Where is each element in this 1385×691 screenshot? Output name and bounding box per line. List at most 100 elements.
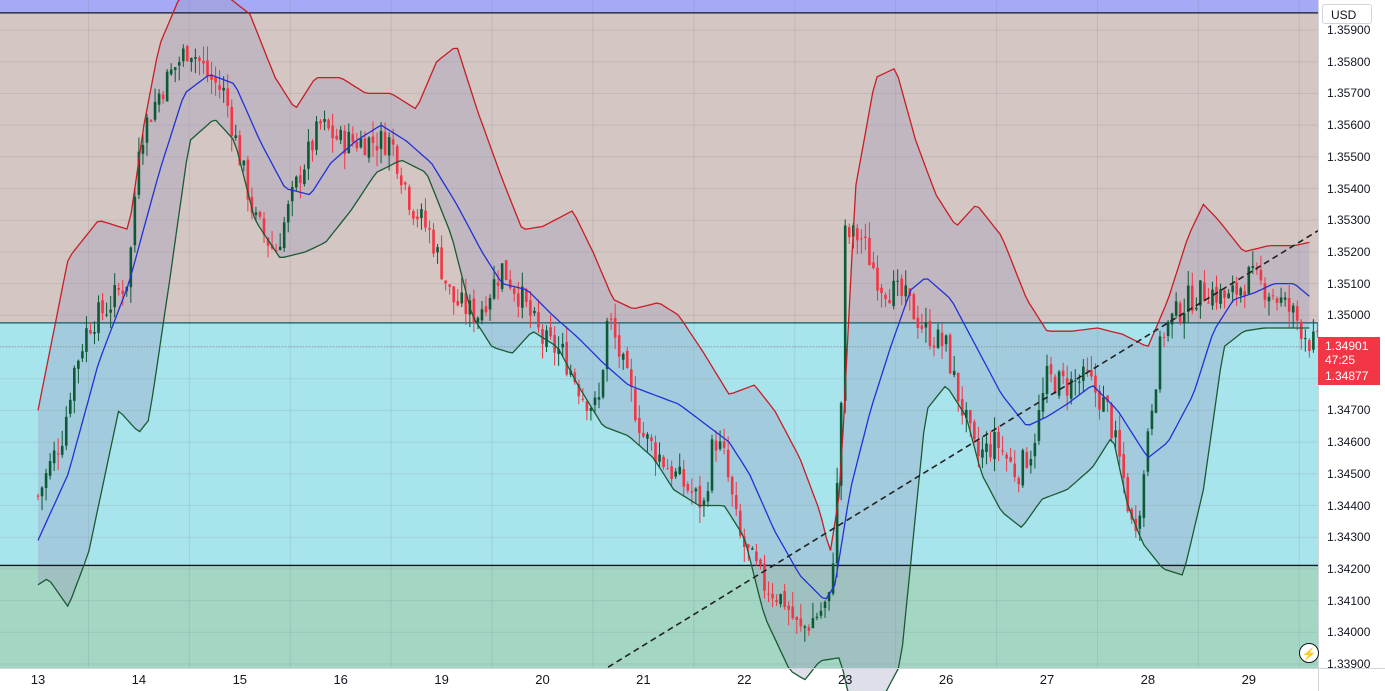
price-label: 1.35000 xyxy=(1327,308,1371,323)
candle-body-236 xyxy=(989,444,992,458)
candle-body-130 xyxy=(561,343,564,348)
candle-body-239 xyxy=(1001,450,1004,452)
candle-body-61 xyxy=(282,222,286,249)
candle-body-258 xyxy=(1077,381,1081,383)
candle-body-70 xyxy=(319,121,322,124)
candle-body-173 xyxy=(734,494,738,510)
candle-body-193 xyxy=(815,616,819,618)
currency-selector[interactable]: USD xyxy=(1322,4,1372,24)
candle-body-183 xyxy=(775,600,778,602)
candle-body-312 xyxy=(1295,306,1299,321)
candle-body-240 xyxy=(1005,454,1008,459)
candle-body-83 xyxy=(371,136,375,143)
candle-body-139 xyxy=(597,397,601,400)
candle-body-244 xyxy=(1021,450,1025,486)
candle-body-100 xyxy=(440,247,443,280)
price-label: 1.34500 xyxy=(1327,466,1371,481)
candle-body-251 xyxy=(1049,364,1053,375)
price-label: 1.34300 xyxy=(1327,530,1371,545)
candle-body-210 xyxy=(884,294,887,300)
candle-body-120 xyxy=(521,286,524,308)
candle-body-294 xyxy=(1223,290,1226,298)
candle-body-237 xyxy=(993,432,996,460)
candle-body-8 xyxy=(68,399,72,414)
candle-body-95 xyxy=(420,209,423,219)
candle-body-225 xyxy=(944,335,948,345)
candle-body-3 xyxy=(48,461,52,476)
candle-body-255 xyxy=(1065,378,1069,396)
candlestick-chart[interactable] xyxy=(0,0,1385,691)
price-label: 1.35600 xyxy=(1327,118,1371,133)
date-label: 13 xyxy=(30,672,46,687)
candle-body-111 xyxy=(484,306,488,313)
candle-body-167 xyxy=(710,439,714,491)
candle-body-316 xyxy=(1312,331,1315,350)
candle-body-92 xyxy=(408,186,411,210)
candle-body-246 xyxy=(1029,459,1033,466)
candle-body-28 xyxy=(149,120,153,122)
candle-body-253 xyxy=(1057,371,1061,396)
current-price-tag: 1.34901 47:25 xyxy=(1318,337,1380,368)
candle-body-39 xyxy=(194,57,197,59)
candle-body-182 xyxy=(771,593,774,599)
candle-body-229 xyxy=(960,399,964,416)
candle-body-217 xyxy=(912,294,916,320)
candle-body-287 xyxy=(1195,307,1198,310)
candle-body-260 xyxy=(1086,369,1089,371)
candle-body-207 xyxy=(872,262,875,269)
candle-body-40 xyxy=(198,57,201,61)
zone-3 xyxy=(0,565,1318,668)
candle-body-5 xyxy=(56,453,60,455)
candle-body-157 xyxy=(670,466,673,480)
candle-body-223 xyxy=(936,329,940,348)
candle-body-297 xyxy=(1235,282,1238,295)
candle-body-20 xyxy=(117,288,121,290)
candle-body-307 xyxy=(1275,298,1279,303)
candle-body-264 xyxy=(1102,397,1105,412)
candle-body-89 xyxy=(395,146,399,174)
candle-body-34 xyxy=(173,67,177,71)
candle-body-313 xyxy=(1299,321,1303,339)
candle-body-122 xyxy=(529,300,532,316)
candle-body-284 xyxy=(1182,313,1186,324)
candle-body-299 xyxy=(1243,291,1247,296)
chart-area[interactable] xyxy=(0,0,1385,691)
candle-body-178 xyxy=(755,551,758,562)
candle-body-151 xyxy=(646,434,649,439)
candle-body-30 xyxy=(157,93,161,105)
candle-body-154 xyxy=(658,454,661,462)
candle-body-97 xyxy=(428,227,431,230)
price-label: 1.34700 xyxy=(1327,403,1371,418)
candle-body-66 xyxy=(303,169,306,185)
candle-body-9 xyxy=(73,367,76,401)
candle-body-101 xyxy=(444,280,447,284)
candle-body-165 xyxy=(702,500,706,505)
candle-body-181 xyxy=(767,593,770,595)
candle-body-84 xyxy=(375,146,379,151)
candle-body-261 xyxy=(1090,370,1093,377)
candle-body-227 xyxy=(952,370,956,375)
price-label: 1.34400 xyxy=(1327,498,1371,513)
candle-body-38 xyxy=(190,57,193,63)
current-price: 1.34901 xyxy=(1325,339,1369,353)
candle-body-82 xyxy=(367,137,371,158)
candle-body-303 xyxy=(1259,269,1263,281)
candle-body-68 xyxy=(311,141,314,151)
candle-body-215 xyxy=(904,285,908,297)
candle-body-315 xyxy=(1308,340,1311,351)
date-label: 28 xyxy=(1140,672,1156,687)
candle-body-16 xyxy=(101,300,104,314)
candle-body-306 xyxy=(1271,295,1275,297)
price-label: 1.35200 xyxy=(1327,244,1371,259)
candle-body-184 xyxy=(779,594,782,605)
candle-body-314 xyxy=(1304,338,1307,340)
candle-body-117 xyxy=(508,279,512,289)
candle-body-309 xyxy=(1283,297,1287,300)
candle-body-226 xyxy=(948,334,952,374)
candle-body-232 xyxy=(973,421,976,440)
candle-body-296 xyxy=(1231,285,1234,293)
candle-body-112 xyxy=(488,297,492,310)
candle-body-126 xyxy=(545,330,548,348)
candle-body-135 xyxy=(581,398,585,400)
lightning-icon[interactable]: ⚡ xyxy=(1299,643,1319,663)
